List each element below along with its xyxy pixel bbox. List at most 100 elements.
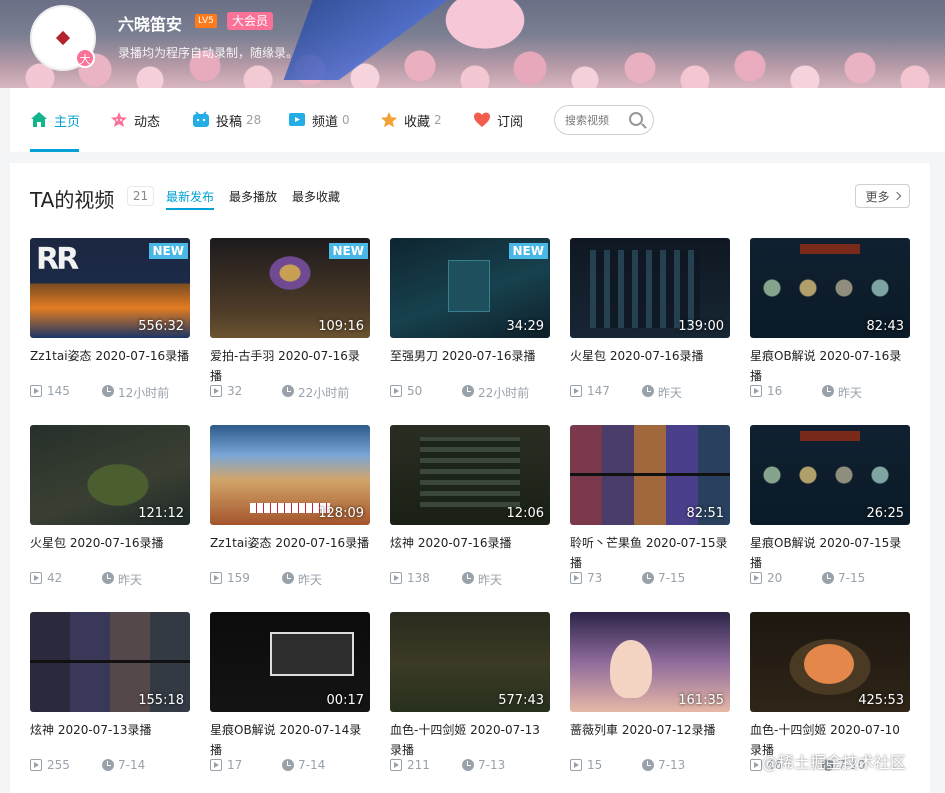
clock-icon [282,759,294,771]
video-card[interactable]: 121:12 火星包 2020-07-16录播 42 昨天 [30,425,190,587]
video-card[interactable]: 139:00 火星包 2020-07-16录播 147 昨天 [570,238,730,400]
video-duration: 82:51 [686,506,724,521]
profile-nav: 主页 动态 投稿 28 频道 0 收藏 2 订阅 [10,88,945,152]
video-thumbnail[interactable]: 155:18 [30,612,190,712]
video-title[interactable]: 炫神 2020-07-16录播 [390,533,550,573]
video-card[interactable]: 26:25 星痕OB解说 2020-07-15录播 20 7-15 [750,425,910,585]
video-title[interactable]: Zz1tai姿态 2020-07-16录播 [30,346,190,386]
new-badge: NEW [508,243,548,259]
tab-dynamic[interactable]: 动态 [110,88,160,152]
video-title[interactable]: 血色-十四剑姬 2020-07-13录播 [390,720,550,760]
tab-subscriptions[interactable]: 订阅 [473,88,523,152]
video-card[interactable]: 12:06 炫神 2020-07-16录播 138 昨天 [390,425,550,587]
video-meta: 50 22小时前 [390,384,550,400]
video-card[interactable]: NEW 109:16 爱拍-古手羽 2020-07-16录播 32 22小时前 [210,238,370,400]
video-duration: 109:16 [318,319,364,334]
video-thumbnail[interactable]: 139:00 [570,238,730,338]
sort-most-favorited[interactable]: 最多收藏 [292,188,340,205]
video-title[interactable]: Zz1tai姿态 2020-07-16录播 [210,533,370,573]
vip-badge[interactable]: 大会员 [227,12,274,30]
play-count: 17 [227,758,243,772]
video-card[interactable]: 82:51 聆听丶芒果鱼 2020-07-15录播 73 7-15 [570,425,730,585]
video-count-badge: 21 [127,186,154,206]
search-input[interactable] [565,112,625,128]
upload-time: 7-14 [118,758,146,772]
play-count: 255 [47,758,70,772]
video-thumbnail[interactable]: 577:43 [390,612,550,712]
clock-icon [822,572,834,584]
video-title[interactable]: 星痕OB解说 2020-07-15录播 [750,533,910,573]
video-duration: 128:09 [318,506,364,521]
tab-home[interactable]: 主页 [30,88,80,152]
play-count-icon [390,572,402,584]
play-count-icon [750,759,762,771]
video-meta: 159 昨天 [210,571,370,587]
tab-uploads[interactable]: 投稿 28 [192,88,261,152]
video-card[interactable]: 577:43 血色-十四剑姬 2020-07-13录播 211 7-13 [390,612,550,772]
play-count-icon [210,759,222,771]
video-title[interactable]: 至强男刀 2020-07-16录播 [390,346,550,386]
play-count-icon [750,572,762,584]
video-thumbnail[interactable]: NEW 556:32 [30,238,190,338]
video-thumbnail[interactable]: 425:53 [750,612,910,712]
sort-latest[interactable]: 最新发布 [166,188,214,205]
channel-icon [289,113,305,126]
play-count-icon [210,385,222,397]
video-duration: 12:06 [506,506,544,521]
video-thumbnail[interactable]: NEW 34:29 [390,238,550,338]
video-card[interactable]: NEW 556:32 Zz1tai姿态 2020-07-16录播145 12小时前 [30,238,190,400]
video-thumbnail[interactable]: 00:17 [210,612,370,712]
clock-icon [462,385,474,397]
play-count-icon [30,385,42,397]
upload-icon [193,111,209,127]
upload-time: 7-14 [298,758,326,772]
video-card[interactable]: 82:43 星痕OB解说 2020-07-16录播 16 昨天 [750,238,910,400]
tab-channels[interactable]: 频道 0 [288,88,350,152]
video-duration: 161:35 [678,693,724,708]
video-title[interactable]: 火星包 2020-07-16录播 [30,533,190,573]
video-title[interactable]: 炫神 2020-07-13录播 [30,720,190,760]
video-meta: 16 昨天 [750,384,910,400]
home-icon [31,112,47,127]
play-count-icon [210,572,222,584]
video-title[interactable]: 蔷薇列車 2020-07-12录播 [570,720,730,760]
play-count: 16 [767,384,783,398]
video-thumbnail[interactable]: 82:43 [750,238,910,338]
video-card[interactable]: NEW 34:29 至强男刀 2020-07-16录播 50 22小时前 [390,238,550,400]
clock-icon [282,385,294,397]
video-thumbnail[interactable]: 26:25 [750,425,910,525]
video-title[interactable]: 火星包 2020-07-16录播 [570,346,730,386]
more-button[interactable]: 更多 [855,184,910,208]
sort-most-played[interactable]: 最多播放 [229,188,277,205]
upload-time: 7-13 [658,758,686,772]
watermark: @稀土掘金技术社区 [762,753,907,772]
clock-icon [642,759,654,771]
video-card[interactable]: 155:18 炫神 2020-07-13录播 255 7-14 [30,612,190,772]
video-thumbnail[interactable]: 121:12 [30,425,190,525]
video-title[interactable]: 聆听丶芒果鱼 2020-07-15录播 [570,533,730,573]
video-thumbnail[interactable]: 12:06 [390,425,550,525]
tab-label: 主页 [54,114,81,130]
video-card[interactable]: 00:17 星痕OB解说 2020-07-14录播 17 7-14 [210,612,370,772]
video-title[interactable]: 爱拍-古手羽 2020-07-16录播 [210,346,370,386]
upload-time: 昨天 [118,573,143,587]
tab-favorites[interactable]: 收藏 2 [380,88,442,152]
video-title[interactable]: 星痕OB解说 2020-07-16录播 [750,346,910,386]
play-count: 15 [587,758,603,772]
search-icon[interactable] [629,112,643,126]
video-thumbnail[interactable]: NEW 109:16 [210,238,370,338]
play-count-icon [570,572,582,584]
video-thumbnail[interactable]: 128:09 [210,425,370,525]
video-card[interactable]: 161:35 蔷薇列車 2020-07-12录播 15 7-13 [570,612,730,772]
banner-artwork-character [430,0,540,60]
play-count: 73 [587,571,603,585]
video-card[interactable]: 128:09 Zz1tai姿态 2020-07-16录播 159 昨天 [210,425,370,587]
video-thumbnail[interactable]: 161:35 [570,612,730,712]
play-count: 32 [227,384,243,398]
video-meta: 145 12小时前 [30,384,190,400]
clock-icon [642,572,654,584]
video-thumbnail[interactable]: 82:51 [570,425,730,525]
video-card[interactable]: 425:53 血色-十四剑姬 2020-07-10录播 46 7-10 [750,612,910,772]
search-box[interactable] [554,105,654,135]
video-title[interactable]: 星痕OB解说 2020-07-14录播 [210,720,370,760]
